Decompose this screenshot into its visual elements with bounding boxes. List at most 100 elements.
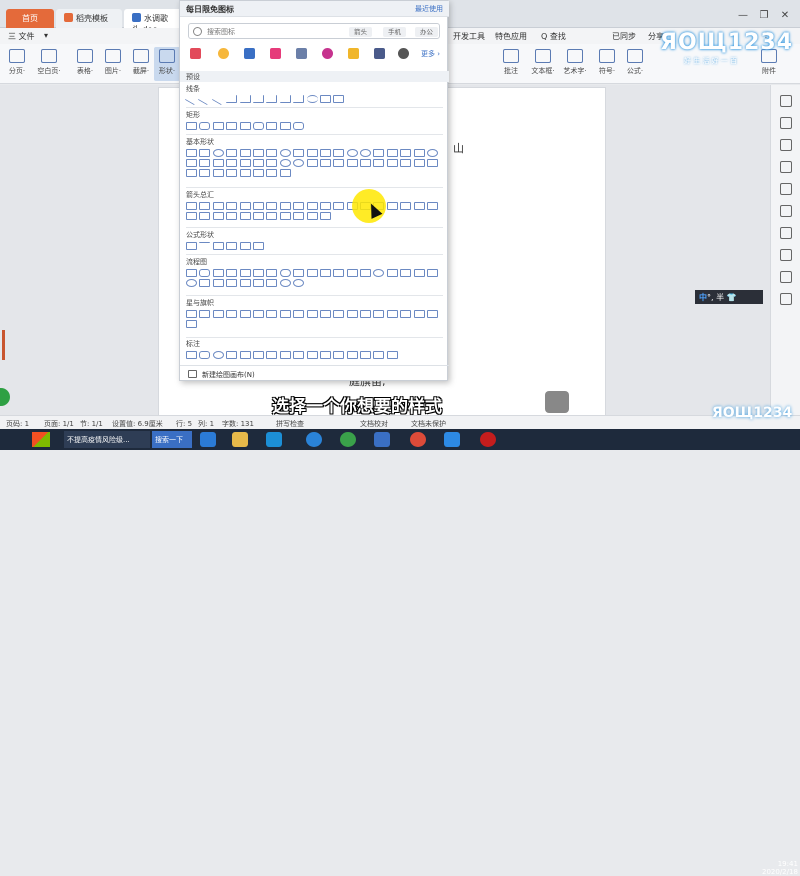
shape-option[interactable] — [239, 212, 251, 220]
badge-icon[interactable] — [348, 48, 359, 59]
shape-option[interactable] — [212, 351, 224, 359]
shape-option[interactable] — [266, 95, 278, 103]
app-icon[interactable] — [340, 432, 356, 447]
chat-icon[interactable] — [398, 48, 409, 59]
shape-option[interactable] — [373, 149, 385, 157]
shape-option[interactable] — [346, 159, 358, 167]
sidebar-icon-1[interactable] — [779, 95, 792, 107]
shape-option[interactable] — [212, 242, 224, 250]
shape-option[interactable] — [360, 149, 372, 157]
shape-option[interactable] — [266, 351, 278, 359]
shape-option[interactable] — [252, 310, 264, 318]
shape-option[interactable] — [427, 310, 439, 318]
shape-option[interactable] — [373, 159, 385, 167]
close-button[interactable]: ✕ — [778, 10, 792, 22]
shape-option[interactable] — [413, 269, 425, 277]
textbox-button[interactable]: 文本框· — [528, 47, 558, 81]
shape-option[interactable] — [386, 269, 398, 277]
shape-option[interactable] — [293, 351, 305, 359]
shape-option[interactable] — [186, 149, 197, 157]
shape-option[interactable] — [266, 212, 278, 220]
shape-option[interactable] — [266, 310, 278, 318]
shape-option[interactable] — [306, 202, 318, 210]
presentation-icon[interactable] — [444, 432, 460, 447]
shape-option[interactable] — [319, 159, 331, 167]
shape-option[interactable] — [319, 310, 331, 318]
shape-option[interactable] — [239, 202, 251, 210]
menu-file[interactable]: 三 文件 — [8, 31, 35, 42]
shape-option[interactable] — [306, 159, 318, 167]
pencil-icon[interactable] — [190, 48, 201, 59]
shape-option[interactable] — [400, 269, 412, 277]
shape-option[interactable] — [184, 92, 199, 106]
wordart-button[interactable]: 艺术字· — [560, 47, 590, 81]
shape-option[interactable] — [293, 159, 305, 167]
symbol-button[interactable]: 符号· — [594, 47, 620, 81]
shape-option[interactable] — [199, 269, 211, 277]
shape-option[interactable] — [252, 169, 264, 177]
icon-search-box[interactable]: 箭头 手机 办公 — [188, 23, 440, 39]
shape-option[interactable] — [239, 351, 251, 359]
shape-option[interactable] — [333, 269, 345, 277]
sidebar-icon-7[interactable] — [779, 227, 792, 239]
windows-start-icon[interactable] — [32, 432, 50, 447]
shape-option[interactable] — [212, 159, 224, 167]
shape-option[interactable] — [427, 149, 439, 157]
shape-option[interactable] — [212, 279, 224, 287]
shape-option[interactable] — [186, 310, 197, 318]
shape-option[interactable] — [239, 242, 251, 250]
shape-option[interactable] — [212, 202, 224, 210]
shape-option[interactable] — [186, 269, 197, 277]
shape-option[interactable] — [333, 202, 345, 210]
menu-dropdown[interactable]: ▾ — [44, 31, 48, 40]
shape-option[interactable] — [239, 310, 251, 318]
shape-option[interactable] — [252, 149, 264, 157]
sidebar-icon-6[interactable] — [779, 205, 792, 217]
menu-dev-tools[interactable]: 开发工具 — [453, 31, 485, 42]
sidebar-icon-9[interactable] — [779, 271, 792, 283]
shape-option[interactable] — [279, 159, 291, 167]
minimize-button[interactable]: — — [736, 10, 750, 22]
shape-option[interactable] — [400, 310, 412, 318]
shape-option[interactable] — [386, 351, 398, 359]
shape-option[interactable] — [373, 269, 385, 277]
shape-option[interactable] — [212, 122, 224, 130]
shape-option[interactable] — [239, 149, 251, 157]
ime-rest[interactable]: °, 半 👕 — [707, 293, 737, 302]
shape-option[interactable] — [333, 159, 345, 167]
shape-option[interactable] — [293, 310, 305, 318]
shape-option[interactable] — [252, 122, 264, 130]
shape-option[interactable] — [226, 95, 238, 103]
shape-option[interactable] — [226, 351, 238, 359]
shape-option[interactable] — [266, 279, 278, 287]
tab-templates[interactable]: 稻壳模板 — [56, 9, 122, 28]
shape-option[interactable] — [186, 320, 197, 328]
shape-option[interactable] — [252, 95, 264, 103]
shape-option[interactable] — [239, 159, 251, 167]
shape-option[interactable] — [226, 169, 238, 177]
shape-option[interactable] — [293, 269, 305, 277]
shape-option[interactable] — [346, 149, 358, 157]
taskbar-browser-item[interactable]: 不提高疫情风险级... — [64, 431, 150, 448]
shape-option[interactable] — [400, 159, 412, 167]
icon-search-input[interactable] — [207, 26, 327, 37]
shape-option[interactable] — [279, 169, 291, 177]
ie-icon[interactable] — [200, 432, 216, 447]
more-icons-link[interactable]: 更多 › — [421, 49, 440, 59]
shape-option[interactable] — [279, 310, 291, 318]
shape-option[interactable] — [186, 169, 197, 177]
shape-option[interactable] — [252, 242, 264, 250]
shape-option[interactable] — [199, 212, 211, 220]
laptop-icon[interactable] — [244, 48, 255, 59]
shape-option[interactable] — [319, 351, 331, 359]
shape-option[interactable] — [199, 310, 211, 318]
sidebar-icon-4[interactable] — [779, 161, 792, 173]
shape-option[interactable] — [212, 310, 224, 318]
shape-option[interactable] — [266, 169, 278, 177]
shape-option[interactable] — [279, 279, 291, 287]
shape-option[interactable] — [306, 269, 318, 277]
shape-option[interactable] — [226, 269, 238, 277]
page-break-button[interactable]: 分页· — [4, 47, 30, 81]
shape-option[interactable] — [199, 169, 211, 177]
shape-option[interactable] — [386, 149, 398, 157]
